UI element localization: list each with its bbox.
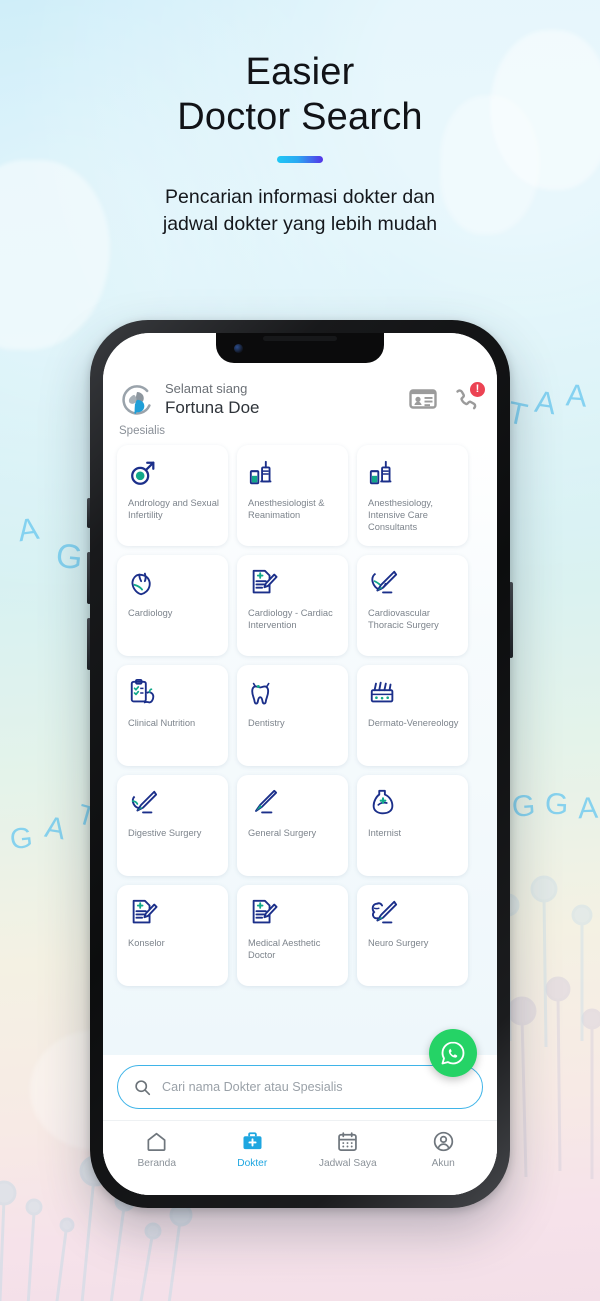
specialist-card[interactable]: Digestive Surgery — [117, 775, 228, 876]
specialist-name: Medical Aesthetic Doctor — [248, 938, 321, 961]
specialist-card[interactable]: Medical Aesthetic Doctor — [237, 885, 348, 986]
tooth-icon — [248, 677, 339, 709]
app-ui: Selamat siang Fortuna Doe ! Spesialis An… — [103, 333, 497, 1195]
specialist-name: Digestive Surgery — [128, 828, 202, 838]
title-divider — [277, 156, 323, 163]
medical-bag-icon — [243, 1132, 262, 1150]
section-label: Spesialis — [119, 425, 166, 437]
search-placeholder: Cari nama Dokter atau Spesialis — [162, 1080, 343, 1094]
specialist-grid-scroll[interactable]: Andrology and Sexual Infertility Anesthe… — [103, 441, 497, 1055]
bottom-nav: Beranda Dokter Jadwal Saya Akun — [103, 1120, 497, 1195]
decorative-letter: G — [8, 821, 35, 857]
decorative-letter: A — [532, 383, 559, 422]
clipboard-apple-icon — [128, 677, 219, 709]
header-actions: ! — [409, 382, 485, 413]
specialist-name: Internist — [368, 828, 402, 838]
phone-missed-icon[interactable]: ! — [453, 382, 485, 413]
title-line-1: Easier — [245, 51, 355, 93]
earpiece-speaker — [263, 336, 337, 341]
notification-badge: ! — [470, 382, 485, 397]
scalpel-icon — [248, 787, 339, 819]
promo-banner: A G G A T T A A G G A Easier Doctor Sear… — [0, 0, 600, 1301]
specialist-name: Neuro Surgery — [368, 938, 429, 948]
specialist-card[interactable]: Internist — [357, 775, 468, 876]
hero-section: Easier Doctor Search Pencarian informasi… — [0, 50, 600, 238]
prescription-pen-icon — [248, 897, 339, 929]
organ-scalpel-icon — [128, 787, 219, 819]
account-circle-icon — [433, 1131, 453, 1152]
prescription-pen-icon — [248, 567, 339, 599]
syringe-vial-icon — [368, 457, 459, 489]
nav-label: Akun — [431, 1158, 455, 1169]
specialist-card[interactable]: Neuro Surgery — [357, 885, 468, 986]
male-symbol-icon — [128, 457, 219, 489]
decorative-letter: G — [54, 536, 85, 578]
specialist-name: Anesthesiologist & Reanimation — [248, 498, 325, 521]
nav-label: Jadwal Saya — [318, 1158, 377, 1169]
specialist-card[interactable]: Anesthesiology, Intensive Care Consultan… — [357, 445, 468, 546]
phone-notch — [216, 333, 384, 363]
app-logo-icon — [122, 385, 151, 415]
decorative-letter: A — [15, 510, 41, 549]
specialist-card[interactable]: Dermato-Venereology — [357, 665, 468, 766]
specialist-card[interactable]: Konselor — [117, 885, 228, 986]
decorative-letter: G — [510, 789, 537, 824]
home-icon — [147, 1132, 166, 1151]
phone-mockup: Selamat siang Fortuna Doe ! Spesialis An… — [87, 320, 513, 1208]
specialist-card[interactable]: Cardiology - Cardiac Intervention — [237, 555, 348, 656]
page-title: Easier Doctor Search — [0, 50, 600, 140]
specialist-name: Dentistry — [248, 718, 285, 728]
nav-item-jadwal-saya[interactable]: Jadwal Saya — [300, 1130, 396, 1169]
specialist-name: Andrology and Sexual Infertility — [128, 498, 219, 521]
stomach-icon — [368, 787, 459, 819]
decorative-letter: A — [42, 810, 68, 847]
specialist-card[interactable]: Anesthesiologist & Reanimation — [237, 445, 348, 546]
front-camera — [234, 344, 243, 353]
decorative-letter: G — [544, 787, 570, 822]
specialist-card[interactable]: General Surgery — [237, 775, 348, 876]
skin-layers-icon — [368, 677, 459, 709]
id-card-icon[interactable] — [409, 387, 437, 413]
hero-subtitle: Pencarian informasi dokter dan jadwal do… — [0, 184, 600, 238]
greeting-text: Selamat siang — [165, 381, 248, 396]
specialist-name: Dermato-Venereology — [368, 718, 459, 728]
heart-anatomy-icon — [128, 567, 219, 599]
search-icon — [135, 1079, 151, 1095]
specialist-card[interactable]: Andrology and Sexual Infertility — [117, 445, 228, 546]
specialist-card[interactable]: Cardiovascular Thoracic Surgery — [357, 555, 468, 656]
phone-frame: Selamat siang Fortuna Doe ! Spesialis An… — [90, 320, 510, 1208]
title-line-2: Doctor Search — [177, 96, 423, 138]
decorative-letter: A — [577, 791, 599, 826]
specialist-name: Clinical Nutrition — [128, 718, 196, 728]
specialist-name: Cardiology — [128, 608, 173, 618]
whatsapp-icon — [441, 1041, 465, 1065]
specialist-name: Anesthesiology, Intensive Care Consultan… — [368, 498, 433, 533]
nav-label: Dokter — [237, 1158, 268, 1169]
specialist-name: Cardiovascular Thoracic Surgery — [368, 608, 439, 631]
nav-item-dokter[interactable]: Dokter — [205, 1130, 301, 1169]
search-input[interactable]: Cari nama Dokter atau Spesialis — [117, 1065, 483, 1109]
prescription-pen-icon — [128, 897, 219, 929]
greeting-block: Selamat siang Fortuna Doe — [165, 381, 399, 419]
nav-label: Beranda — [137, 1158, 177, 1169]
brain-scalpel-icon — [368, 897, 459, 929]
phone-screen: Selamat siang Fortuna Doe ! Spesialis An… — [103, 333, 497, 1195]
specialist-card[interactable]: Clinical Nutrition — [117, 665, 228, 766]
specialist-name: Konselor — [128, 938, 165, 948]
whatsapp-fab-button[interactable] — [429, 1029, 477, 1077]
subtitle-line-1: Pencarian informasi dokter dan — [165, 186, 435, 208]
subtitle-line-2: jadwal dokter yang lebih mudah — [162, 213, 438, 235]
syringe-vial-icon — [248, 457, 339, 489]
heart-scalpel-icon — [368, 567, 459, 599]
calendar-icon — [338, 1132, 358, 1151]
user-name: Fortuna Doe — [165, 398, 260, 417]
specialist-card[interactable]: Cardiology — [117, 555, 228, 656]
decorative-letter: A — [564, 377, 588, 414]
nav-item-akun[interactable]: Akun — [396, 1130, 492, 1169]
specialist-card[interactable]: Dentistry — [237, 665, 348, 766]
specialist-grid: Andrology and Sexual Infertility Anesthe… — [117, 445, 497, 986]
specialist-name: Cardiology - Cardiac Intervention — [248, 608, 333, 631]
specialist-name: General Surgery — [248, 828, 317, 838]
nav-item-beranda[interactable]: Beranda — [109, 1130, 205, 1169]
